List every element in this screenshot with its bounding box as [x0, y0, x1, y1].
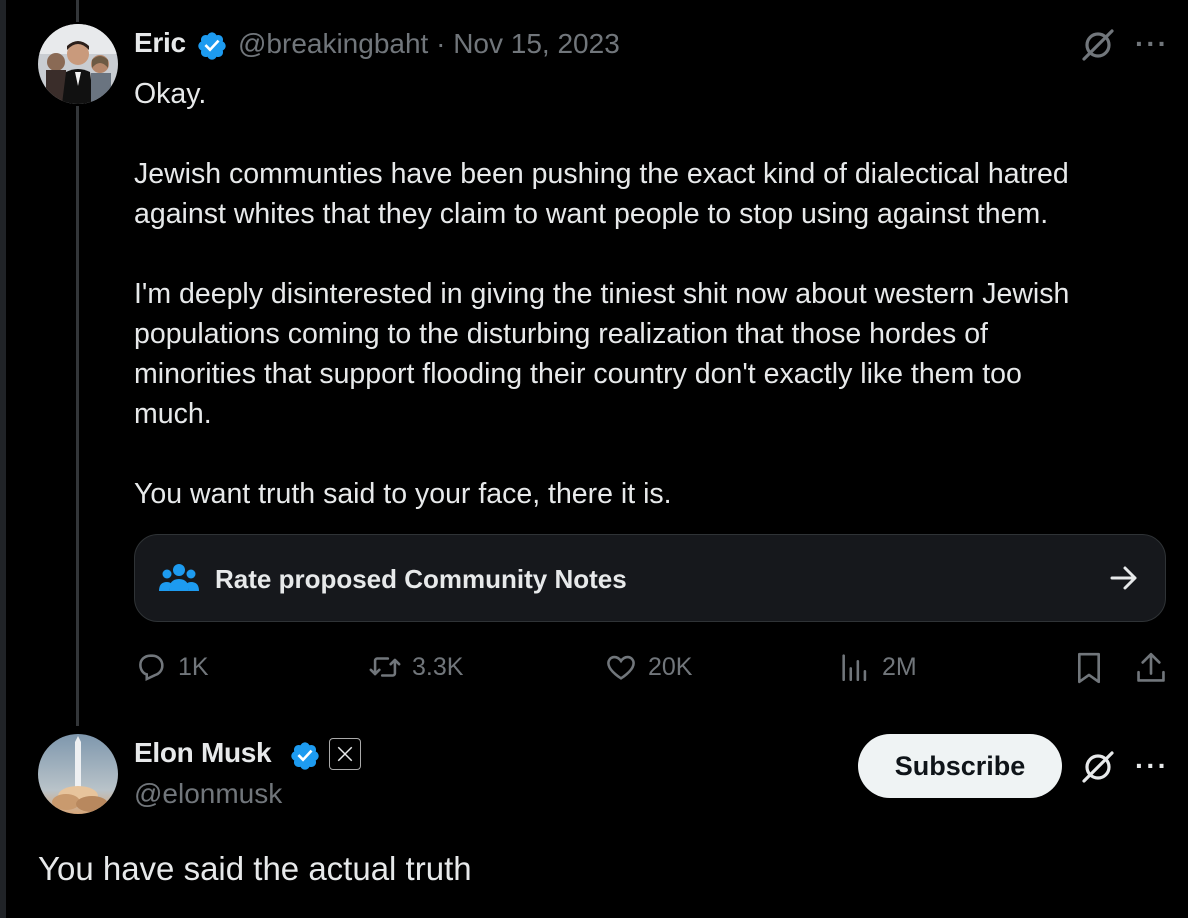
repost-icon: [369, 657, 401, 677]
verified-badge-icon[interactable]: [196, 30, 228, 62]
views-icon: [842, 654, 867, 682]
thread-line: [76, 106, 79, 726]
tweet-paragraph: I'm deeply disinterested in giving the t…: [134, 278, 1070, 430]
reply-button[interactable]: 1K: [134, 650, 209, 684]
repost-count: 3.3K: [412, 652, 464, 681]
elon-avatar[interactable]: [38, 734, 118, 814]
x-logo-icon: [337, 746, 353, 762]
more-icon[interactable]: ···: [1135, 28, 1169, 60]
arrow-right-icon: [1110, 566, 1137, 590]
tweet-paragraph: You want truth said to your face, there …: [134, 478, 672, 510]
like-button[interactable]: 20K: [604, 650, 692, 684]
views-button[interactable]: 2M: [838, 650, 917, 684]
reply-handle[interactable]: @elonmusk: [134, 778, 282, 810]
tweet-body: Okay. Jewish communties have been pushin…: [134, 74, 1164, 554]
subscribe-button[interactable]: Subscribe: [858, 734, 1062, 798]
tweet-author-name[interactable]: Eric: [134, 27, 186, 59]
like-icon: [607, 655, 635, 680]
tweet-handle-date[interactable]: @breakingbaht · Nov 15, 2023: [238, 28, 620, 60]
reply-body: You have said the actual truth: [38, 850, 472, 887]
tweet-paragraph: Jewish communties have been pushing the …: [134, 158, 1069, 230]
grok-icon[interactable]: [1080, 749, 1116, 785]
views-count: 2M: [882, 652, 917, 681]
reply-author-name[interactable]: Elon Musk: [134, 737, 272, 769]
reply-count: 1K: [178, 652, 209, 681]
repost-button[interactable]: 3.3K: [368, 650, 463, 684]
left-border: [0, 0, 6, 918]
share-icon[interactable]: [1134, 650, 1168, 686]
community-icon: [159, 564, 199, 591]
x-affiliate-badge[interactable]: [329, 738, 361, 770]
reply-icon: [139, 654, 164, 682]
community-notes-card[interactable]: Rate proposed Community Notes: [134, 534, 1166, 622]
eric-avatar[interactable]: [38, 24, 118, 104]
community-notes-label: Rate proposed Community Notes: [215, 564, 627, 594]
verified-badge-icon[interactable]: [289, 740, 321, 772]
more-icon[interactable]: ···: [1135, 750, 1169, 782]
tweet-paragraph: Okay.: [134, 78, 207, 110]
bookmark-icon[interactable]: [1072, 650, 1106, 686]
like-count: 20K: [648, 652, 693, 681]
thread-line-top: [76, 0, 79, 22]
grok-icon[interactable]: [1080, 27, 1116, 63]
